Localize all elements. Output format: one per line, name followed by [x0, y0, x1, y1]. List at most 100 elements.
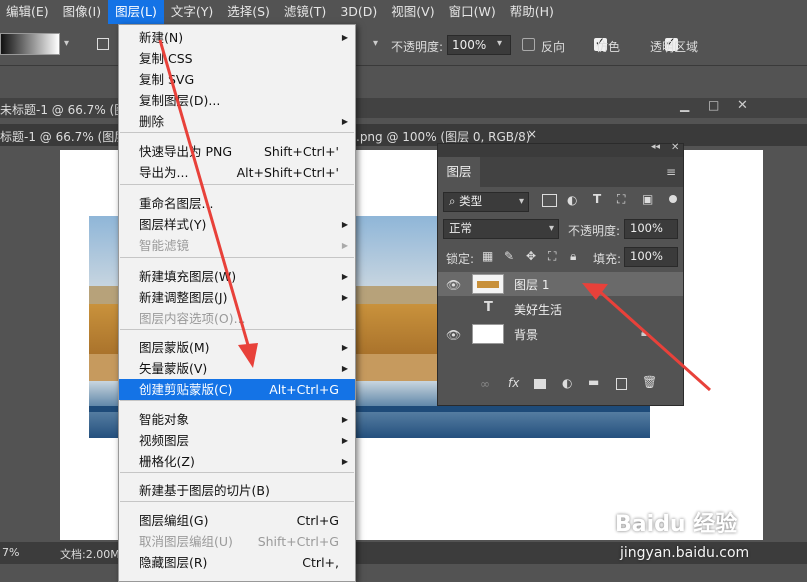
- maximize-icon[interactable]: □: [708, 98, 719, 112]
- chevron-down-icon[interactable]: ▾: [64, 38, 69, 49]
- menu-item-label: 新建调整图层(J): [139, 290, 228, 305]
- reverse-checkbox[interactable]: [522, 38, 535, 51]
- menu-layer[interactable]: 图层(L): [108, 0, 164, 24]
- menu-window[interactable]: 窗口(W): [442, 0, 503, 24]
- mode-chevron-icon[interactable]: ▾: [373, 38, 378, 49]
- mask-icon[interactable]: [534, 379, 546, 389]
- menu-item-duplicate-layer[interactable]: 复制图层(D)...: [119, 90, 355, 111]
- menu-item-label: 导出为...: [139, 165, 189, 180]
- menu-item-label: 复制 CSS: [139, 51, 193, 66]
- lock-image-icon[interactable]: ✎: [504, 249, 514, 263]
- menu-item-copy-css[interactable]: 复制 CSS: [119, 48, 355, 69]
- fx-icon[interactable]: fx: [508, 376, 519, 390]
- link-icon[interactable]: ∞: [480, 377, 490, 391]
- filter-type-icon[interactable]: T: [593, 192, 601, 206]
- close-icon[interactable]: ✕: [737, 98, 748, 113]
- menu-3d[interactable]: 3D(D): [333, 0, 384, 24]
- menu-type[interactable]: 文字(Y): [164, 0, 220, 24]
- menu-image[interactable]: 图像(I): [56, 0, 108, 24]
- menu-filter[interactable]: 滤镜(T): [277, 0, 333, 24]
- menu-item-label: 栅格化(Z): [139, 454, 195, 469]
- minimize-icon[interactable]: ▁: [680, 98, 689, 112]
- menu-item-layer-mask[interactable]: 图层蒙版(M) ▶: [119, 337, 355, 358]
- baidu-watermark-logo: Baidu 经验: [615, 512, 738, 537]
- document-tab-active[interactable]: 标题-1 @ 66.7% (图层: [0, 128, 126, 145]
- menu-item-shortcut: Ctrl+G: [296, 513, 339, 528]
- trash-icon[interactable]: 🗑︎: [642, 375, 657, 389]
- layer-row-layer1[interactable]: 👁︎ 图层 1: [438, 272, 683, 296]
- menu-item-shortcut: Shift+Ctrl+': [263, 144, 339, 159]
- layer-row-background[interactable]: 👁︎ 背景 🔒︎: [438, 322, 683, 346]
- linear-gradient-icon[interactable]: [97, 38, 109, 50]
- eye-icon[interactable]: 👁︎: [446, 278, 461, 292]
- filter-toggle-icon[interactable]: [669, 195, 677, 203]
- menu-item-video-layers[interactable]: 视频图层 ▶: [119, 430, 355, 451]
- menu-item-copy-svg[interactable]: 复制 SVG: [119, 69, 355, 90]
- filter-pixel-icon[interactable]: [542, 194, 557, 207]
- layer-row-text[interactable]: 👁︎ T 美好生活: [438, 297, 683, 321]
- menu-edit[interactable]: 编辑(E): [0, 0, 56, 24]
- menu-separator: [120, 329, 354, 330]
- menu-help[interactable]: 帮助(H): [503, 0, 561, 24]
- menu-select[interactable]: 选择(S): [220, 0, 277, 24]
- filter-shape-icon[interactable]: ⛶: [617, 192, 625, 207]
- tab-close-icon[interactable]: ×: [527, 127, 537, 141]
- menu-item-export-as[interactable]: 导出为... Alt+Shift+Ctrl+': [119, 162, 355, 183]
- collapse-icon[interactable]: ◂◂: [651, 142, 660, 152]
- blend-mode-select[interactable]: 正常 ▾: [443, 219, 559, 239]
- thumbnail-image: [477, 281, 499, 288]
- layer-name[interactable]: 图层 1: [514, 276, 549, 293]
- lock-position-icon[interactable]: ✥: [526, 249, 536, 263]
- menu-view[interactable]: 视图(V): [384, 0, 441, 24]
- menu-item-quick-export-png[interactable]: 快速导出为 PNG Shift+Ctrl+': [119, 141, 355, 162]
- filter-kind-select[interactable]: ⌕ 类型 ▾: [443, 192, 529, 212]
- layer-opacity-input[interactable]: 100%: [624, 219, 678, 239]
- layers-panel: ◂◂ ✕ 图层 ≡ ⌕ 类型 ▾ ◐ T ⛶ ▣ 正常 ▾ 不透明度: 100%…: [437, 142, 684, 406]
- menu-item-delete[interactable]: 删除 ▶: [119, 111, 355, 132]
- layers-footer: ∞ fx ◐ ▬ 🗑︎: [438, 374, 683, 398]
- menu-item-rasterize[interactable]: 栅格化(Z) ▶: [119, 451, 355, 472]
- lock-artboard-icon[interactable]: ⛶: [548, 249, 556, 264]
- baidu-watermark-url: jingyan.baidu.com: [620, 545, 750, 561]
- menu-item-group-layers[interactable]: 图层编组(G) Ctrl+G: [119, 510, 355, 531]
- eye-icon[interactable]: 👁︎: [446, 328, 461, 342]
- menu-item-new-layer-based-slice[interactable]: 新建基于图层的切片(B): [119, 480, 355, 501]
- filter-adjustment-icon[interactable]: ◐: [567, 193, 577, 207]
- zoom-level[interactable]: 7%: [2, 546, 19, 559]
- layer-name[interactable]: 背景: [514, 326, 538, 343]
- menu-item-smart-objects[interactable]: 智能对象 ▶: [119, 409, 355, 430]
- menu-item-smart-filter[interactable]: 智能滤镜 ▶: [119, 235, 355, 256]
- menu-item-new[interactable]: 新建(N) ▶: [119, 27, 355, 48]
- new-layer-icon[interactable]: [616, 378, 627, 390]
- photoshop-window: 编辑(E) 图像(I) 图层(L) 文字(Y) 选择(S) 滤镜(T) 3D(D…: [0, 0, 807, 582]
- opacity-chevron-icon[interactable]: ▾: [497, 38, 502, 49]
- menu-item-layer-style[interactable]: 图层样式(Y) ▶: [119, 214, 355, 235]
- tab-layers[interactable]: 图层: [438, 157, 480, 187]
- submenu-arrow-icon: ▶: [341, 117, 348, 126]
- submenu-arrow-icon: ▶: [341, 220, 348, 229]
- menu-item-create-clipping-mask[interactable]: 创建剪贴蒙版(C) Alt+Ctrl+G: [119, 379, 355, 400]
- fill-input[interactable]: 100%: [624, 247, 678, 267]
- menu-item-rename-layer[interactable]: 重命名图层...: [119, 193, 355, 214]
- menu-item-vector-mask[interactable]: 矢量蒙版(V) ▶: [119, 358, 355, 379]
- lock-label: 锁定:: [446, 252, 475, 266]
- folder-icon[interactable]: ▬: [588, 375, 599, 389]
- adjustment-icon[interactable]: ◐: [562, 376, 572, 390]
- panel-menu-icon[interactable]: ≡: [666, 165, 676, 179]
- chevron-down-icon: ▾: [518, 196, 524, 207]
- blend-mode-value: 正常: [449, 221, 472, 235]
- menu-item-shortcut: Alt+Ctrl+G: [269, 382, 339, 397]
- menu-item-new-adjustment-layer[interactable]: 新建调整图层(J) ▶: [119, 287, 355, 308]
- gradient-picker[interactable]: [0, 33, 60, 55]
- lock-transparent-icon[interactable]: ▦: [482, 249, 493, 263]
- menu-item-ungroup-layers[interactable]: 取消图层编组(U) Shift+Ctrl+G: [119, 531, 355, 552]
- menu-item-hide-layers[interactable]: 隐藏图层(R) Ctrl+,: [119, 552, 355, 573]
- layer-name[interactable]: 美好生活: [514, 301, 562, 318]
- lock-all-icon[interactable]: 🔒︎: [570, 249, 576, 264]
- layer-menu-dropdown: 新建(N) ▶ 复制 CSS 复制 SVG 复制图层(D)... 删除 ▶ 快速导出为 PNG…: [118, 24, 356, 582]
- panel-close-icon[interactable]: ✕: [671, 142, 679, 153]
- menu-item-layer-content-options[interactable]: 图层内容选项(O)...: [119, 308, 355, 329]
- filter-smart-object-icon[interactable]: ▣: [642, 192, 653, 206]
- menu-item-new-fill-layer[interactable]: 新建填充图层(W) ▶: [119, 266, 355, 287]
- opacity-label: 不透明度:: [391, 40, 444, 54]
